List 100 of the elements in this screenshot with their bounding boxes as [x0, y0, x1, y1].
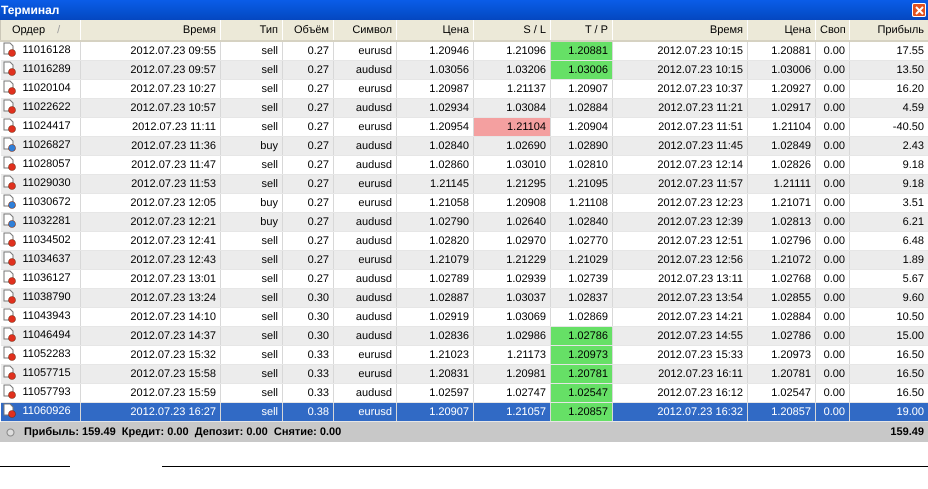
table-row[interactable]: 11016289 2012.07.23 09:57 sell 0.27 audusd 1.03056 1.03206 1.03006 2012.07.23 10:15 1.03006 0.00 13.50 — [0, 60, 928, 80]
table-cell: audusd — [356, 235, 392, 247]
table-cell: 0.30 — [308, 292, 329, 304]
column-header[interactable]: S / L — [474, 20, 550, 41]
order-number: 11038790 — [22, 290, 71, 302]
table-cell: audusd — [356, 330, 392, 342]
table-cell: 6.48 — [902, 235, 924, 247]
table-cell: 1.21057 — [506, 406, 546, 418]
table-cell: 1.21079 — [429, 254, 469, 266]
table-row[interactable]: 11057715 2012.07.23 15:58 sell 0.33 eurusd 1.20831 1.20981 1.20781 2012.07.23 16:11 1.20781 0.00 16.50 — [0, 364, 928, 384]
table-cell: 1.21295 — [506, 178, 546, 190]
table-row[interactable]: 11026827 2012.07.23 11:36 buy 0.27 audusd 1.02840 1.02690 1.02890 2012.07.23 11:45 1.02849 0.00 2.43 — [0, 136, 928, 156]
table-cell: 1.20781 — [568, 368, 608, 380]
table-cell: 1.02840 — [429, 140, 469, 152]
order-number: 11026827 — [22, 138, 71, 150]
table-cell: 1.02919 — [429, 311, 469, 323]
table-cell: 13.50 — [896, 64, 924, 76]
table-cell: 2012.07.23 12:41 — [130, 235, 216, 247]
table-cell: eurusd — [358, 254, 392, 266]
table-row[interactable]: 11034637 2012.07.23 12:43 sell 0.27 eurusd 1.21079 1.21229 1.21029 2012.07.23 12:56 1.21072 0.00 1.89 — [0, 250, 928, 270]
close-button[interactable] — [912, 3, 926, 17]
table-cell: sell — [261, 83, 278, 95]
table-cell: 2012.07.23 16:27 — [130, 406, 216, 418]
table-cell: 0.00 — [824, 197, 845, 209]
table-row[interactable]: 11046494 2012.07.23 14:37 sell 0.30 audusd 1.02836 1.02986 1.02786 2012.07.23 14:55 1.02786 0.00 15.00 — [0, 326, 928, 346]
table-cell: 2012.07.23 12:21 — [130, 216, 216, 228]
table-cell: 2012.07.23 12:23 — [657, 197, 743, 209]
column-header[interactable]: Время — [612, 20, 748, 41]
table-cell: 9.18 — [902, 159, 924, 171]
table-cell: 1.21104 — [507, 121, 546, 133]
table-row[interactable]: 11029030 2012.07.23 11:53 sell 0.27 eurusd 1.21145 1.21295 1.21095 2012.07.23 11:57 1.21111 0.00 9.18 — [0, 174, 928, 194]
table-row[interactable]: 11060926 2012.07.23 16:27 sell 0.38 eurusd 1.20907 1.21057 1.20857 2012.07.23 16:32 1.20857 0.00 19.00 — [0, 402, 928, 422]
table-cell: sell — [261, 178, 278, 190]
window-title: Терминал — [0, 3, 60, 17]
table-cell: 2012.07.23 12:14 — [657, 159, 743, 171]
table-cell: 0.00 — [824, 140, 845, 152]
table-cell: 2012.07.23 14:37 — [130, 330, 216, 342]
table-cell: sell — [261, 387, 278, 399]
order-number: 11020104 — [22, 82, 71, 94]
table-cell: 2012.07.23 09:55 — [130, 45, 216, 57]
column-header[interactable]: Прибыль — [850, 20, 928, 41]
document-icon — [2, 213, 16, 228]
order-number: 11034637 — [22, 252, 71, 264]
table-cell: 2012.07.23 11:57 — [658, 178, 743, 190]
table-cell: 2012.07.23 12:05 — [130, 197, 216, 209]
column-header[interactable]: T / P — [550, 20, 612, 41]
order-number: 11016128 — [22, 44, 71, 56]
table-cell: 0.30 — [308, 311, 329, 323]
table-cell: 1.03010 — [506, 159, 546, 171]
column-header[interactable]: Объём — [282, 20, 334, 41]
column-header[interactable]: Цена — [396, 20, 474, 41]
table-cell: buy — [260, 140, 278, 152]
table-cell: 1.02887 — [429, 292, 469, 304]
table-cell: 1.02820 — [429, 235, 469, 247]
table-cell: 1.20881 — [568, 45, 608, 57]
table-cell: 1.21173 — [507, 349, 546, 361]
table-cell: eurusd — [358, 121, 392, 133]
table-cell: audusd — [356, 140, 392, 152]
table-cell: 1.02790 — [429, 216, 469, 228]
document-icon — [2, 99, 16, 114]
table-cell: 0.00 — [824, 64, 845, 76]
table-cell: 2012.07.23 10:15 — [657, 45, 743, 57]
table-cell: 1.02840 — [568, 216, 608, 228]
column-header[interactable]: Ордер / — [0, 20, 80, 41]
table-row[interactable]: 11032281 2012.07.23 12:21 buy 0.27 audusd 1.02790 1.02640 1.02840 2012.07.23 12:39 1.02813 0.00 6.21 — [0, 212, 928, 232]
column-header[interactable]: Символ — [334, 20, 396, 41]
column-header[interactable]: Своп — [816, 20, 850, 41]
table-cell: sell — [261, 368, 278, 380]
table-cell: 2012.07.23 13:11 — [658, 273, 743, 285]
table-cell: 2012.07.23 12:56 — [657, 254, 743, 266]
table-cell: sell — [261, 349, 278, 361]
order-number: 11034502 — [22, 234, 71, 246]
table-cell: 1.20954 — [429, 121, 469, 133]
table-row[interactable]: 11038790 2012.07.23 13:24 sell 0.30 audusd 1.02887 1.03037 1.02837 2012.07.23 13:54 1.02855 0.00 9.60 — [0, 288, 928, 308]
table-cell: 2012.07.23 10:37 — [657, 83, 743, 95]
column-header[interactable]: Тип — [220, 20, 282, 41]
table-cell: 1.20987 — [429, 83, 469, 95]
table-cell: eurusd — [358, 197, 392, 209]
document-icon — [2, 346, 16, 361]
table-cell: 2012.07.23 15:32 — [130, 349, 216, 361]
table-cell: 1.21095 — [568, 178, 608, 190]
table-cell: 2012.07.23 15:59 — [130, 387, 216, 399]
table-cell: 0.27 — [308, 121, 329, 133]
table-cell: 1.20781 — [771, 368, 811, 380]
table-cell: 1.20946 — [429, 45, 469, 57]
table-cell: 1.21137 — [507, 83, 546, 95]
table-cell: 16.20 — [896, 83, 924, 95]
table-cell: 1.02836 — [429, 330, 469, 342]
table-cell: sell — [261, 121, 278, 133]
table-row[interactable]: 11022622 2012.07.23 10:57 sell 0.27 audusd 1.02934 1.03084 1.02884 2012.07.23 11:21 1.02917 0.00 4.59 — [0, 98, 928, 118]
table-cell: 0.00 — [824, 330, 845, 342]
table-cell: 1.02547 — [771, 387, 811, 399]
column-header[interactable]: Время — [80, 20, 220, 41]
table-cell: 2012.07.23 14:10 — [130, 311, 216, 323]
column-header[interactable]: Цена — [748, 20, 816, 41]
order-number: 11029030 — [22, 176, 71, 188]
table-cell: 1.20907 — [429, 406, 469, 418]
table-cell: 0.00 — [824, 121, 845, 133]
table-cell: audusd — [356, 292, 392, 304]
table-cell: 1.03069 — [506, 311, 546, 323]
